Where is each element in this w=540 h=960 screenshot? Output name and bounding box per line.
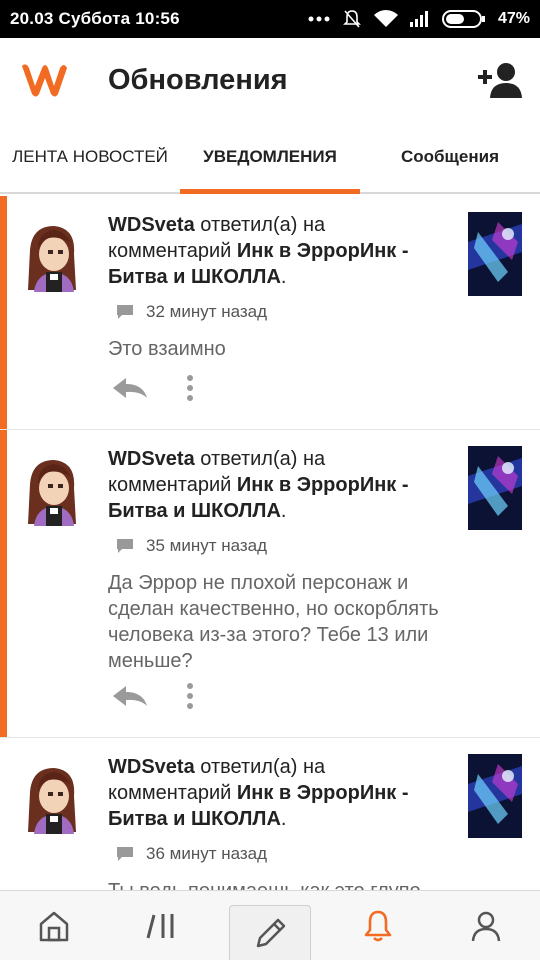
- notification-content: WDSveta ответил(а) на комментарий Инк в …: [108, 212, 448, 362]
- username-link[interactable]: WDSveta: [108, 756, 195, 778]
- avatar[interactable]: [20, 762, 84, 834]
- notification-meta: 35 минут назад: [108, 534, 448, 558]
- tab-news-feed[interactable]: ЛЕНТА НОВОСТЕЙ: [0, 122, 180, 192]
- comment-icon: [116, 846, 134, 862]
- wifi-icon: [373, 10, 398, 28]
- comment-icon: [116, 304, 134, 320]
- active-tab-indicator: [180, 189, 360, 194]
- notification-item[interactable]: WDSveta ответил(а) на комментарий Инк в …: [0, 196, 540, 430]
- write-icon[interactable]: [229, 905, 311, 960]
- notification-time: 35 минут назад: [146, 536, 268, 555]
- avatar[interactable]: [20, 454, 84, 526]
- notification-time: 36 минут назад: [146, 844, 268, 863]
- bottom-navigation: [0, 890, 540, 960]
- comment-icon: [116, 538, 134, 554]
- notification-content: WDSveta ответил(а) на комментарий Инк в …: [108, 754, 448, 890]
- tab-bar: ЛЕНТА НОВОСТЕЙ УВЕДОМЛЕНИЯ Сообщения: [0, 122, 540, 194]
- more-options-icon[interactable]: [186, 682, 194, 710]
- reply-icon[interactable]: [112, 377, 148, 399]
- wattpad-logo[interactable]: [14, 50, 74, 110]
- notification-content: WDSveta ответил(а) на комментарий Инк в …: [108, 446, 448, 674]
- status-bar: 20.03 Суббота 10:56 47%: [0, 0, 540, 38]
- signal-icon: [409, 11, 430, 27]
- more-options-icon[interactable]: [186, 374, 194, 402]
- username-link[interactable]: WDSveta: [108, 214, 195, 236]
- notification-headline: WDSveta ответил(а) на комментарий Инк в …: [108, 756, 409, 830]
- story-cover-thumbnail[interactable]: [468, 754, 522, 838]
- notification-item[interactable]: WDSveta ответил(а) на комментарий Инк в …: [0, 430, 540, 738]
- notification-headline: WDSveta ответил(а) на комментарий Инк в …: [108, 448, 409, 522]
- app-bar: Обновления: [0, 38, 540, 122]
- notifications-icon[interactable]: [324, 891, 432, 960]
- notification-headline: WDSveta ответил(а) на комментарий Инк в …: [108, 214, 409, 288]
- add-user-icon[interactable]: [476, 56, 524, 104]
- notifications-feed[interactable]: WDSveta ответил(а) на комментарий Инк в …: [0, 196, 540, 890]
- notification-time: 32 минут назад: [146, 302, 268, 321]
- notification-meta: 32 минут назад: [108, 300, 448, 324]
- username-link[interactable]: WDSveta: [108, 448, 195, 470]
- home-icon[interactable]: [0, 891, 108, 960]
- library-icon[interactable]: [108, 891, 216, 960]
- page-title: Обновления: [108, 63, 288, 96]
- notification-actions: [112, 682, 194, 710]
- comment-text: Это взаимно: [108, 338, 226, 360]
- story-cover-thumbnail[interactable]: [468, 446, 522, 530]
- avatar[interactable]: [20, 220, 84, 292]
- battery-percent: 47%: [497, 10, 530, 27]
- battery-icon: [441, 10, 486, 28]
- notification-meta: 36 минут назад: [108, 842, 448, 866]
- comment-text: Да Эррор не плохой персонаж и сделан кач…: [108, 572, 439, 672]
- more-dots-icon: [308, 16, 330, 22]
- reply-icon[interactable]: [112, 685, 148, 707]
- notification-actions: [112, 374, 194, 402]
- status-icons: 47%: [308, 9, 530, 29]
- tab-notifications[interactable]: УВЕДОМЛЕНИЯ: [180, 122, 360, 192]
- notification-item[interactable]: WDSveta ответил(а) на комментарий Инк в …: [0, 738, 540, 890]
- tab-messages[interactable]: Сообщения: [360, 122, 540, 192]
- status-datetime: 20.03 Суббота 10:56: [10, 9, 180, 28]
- mute-bell-icon: [342, 9, 362, 29]
- comment-text: Ты ведь понимаешь как это глупо: [108, 878, 458, 890]
- profile-icon[interactable]: [432, 891, 540, 960]
- story-cover-thumbnail[interactable]: [468, 212, 522, 296]
